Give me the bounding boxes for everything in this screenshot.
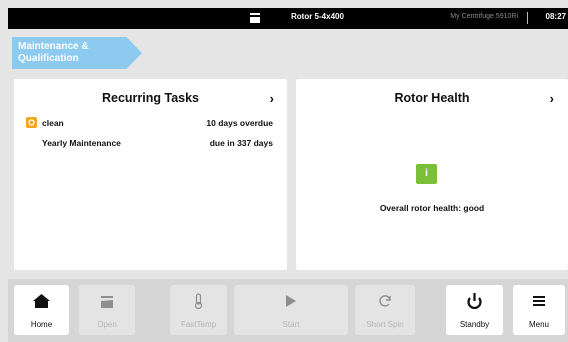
fasttemp-button[interactable]: FastTemp — [170, 285, 227, 335]
start-button[interactable]: Start — [234, 285, 348, 335]
breadcrumb[interactable]: Maintenance & Qualification — [12, 37, 142, 69]
bottom-toolbar: Home Open FastTemp Start Short Spin Stan… — [8, 279, 568, 342]
chevron-right-icon[interactable]: › — [270, 91, 274, 106]
recurring-tasks-title: Recurring Tasks — [101, 91, 200, 105]
status-divider — [527, 12, 528, 24]
menu-label: Menu — [528, 320, 549, 329]
power-icon — [467, 293, 482, 309]
play-icon — [286, 295, 296, 307]
home-icon — [33, 294, 50, 308]
rotor-name: Rotor 5-4x400 — [291, 12, 344, 21]
chevron-right-icon[interactable]: › — [550, 91, 554, 106]
standby-button[interactable]: Standby — [446, 285, 503, 335]
rotor-health-card[interactable]: Rotor Health › i Overall rotor health: g… — [296, 79, 568, 270]
status-bar: Rotor 5-4x400 My Centrifuge 5910Ri 08:27 — [8, 8, 568, 29]
hamburger-icon — [533, 296, 545, 306]
task-status: 10 days overdue — [206, 118, 273, 128]
open-label: Open — [97, 320, 117, 329]
clock-time: 08:27 — [545, 12, 566, 21]
breadcrumb-line-2: Qualification — [18, 53, 79, 64]
rotor-health-title: Rotor Health — [394, 91, 470, 105]
home-label: Home — [30, 320, 53, 329]
recurring-tasks-card[interactable]: Recurring Tasks › clean 10 days overdue … — [14, 79, 287, 270]
lid-icon — [250, 13, 260, 23]
rotor-health-summary: Overall rotor health: good — [379, 203, 485, 213]
warning-icon — [26, 117, 37, 128]
refresh-icon — [379, 295, 391, 307]
breadcrumb-line-1: Maintenance & — [18, 41, 89, 52]
thermometer-icon — [194, 293, 203, 309]
task-name: clean — [42, 118, 64, 128]
short-spin-button[interactable]: Short Spin — [355, 285, 415, 335]
home-button[interactable]: Home — [14, 285, 69, 335]
menu-button[interactable]: Menu — [513, 285, 565, 335]
health-ok-icon: i — [416, 164, 437, 184]
short-spin-label: Short Spin — [366, 320, 404, 329]
open-button[interactable]: Open — [79, 285, 135, 335]
lid-icon — [101, 296, 113, 308]
standby-label: Standby — [459, 320, 490, 329]
task-row: Yearly Maintenance due in 337 days — [14, 138, 287, 152]
task-name: Yearly Maintenance — [42, 138, 121, 148]
task-row: clean 10 days overdue — [14, 117, 287, 132]
fasttemp-label: FastTemp — [180, 320, 217, 329]
start-label: Start — [282, 320, 300, 329]
device-name: My Centrifuge 5910Ri — [450, 13, 518, 20]
task-status: due in 337 days — [209, 138, 273, 148]
